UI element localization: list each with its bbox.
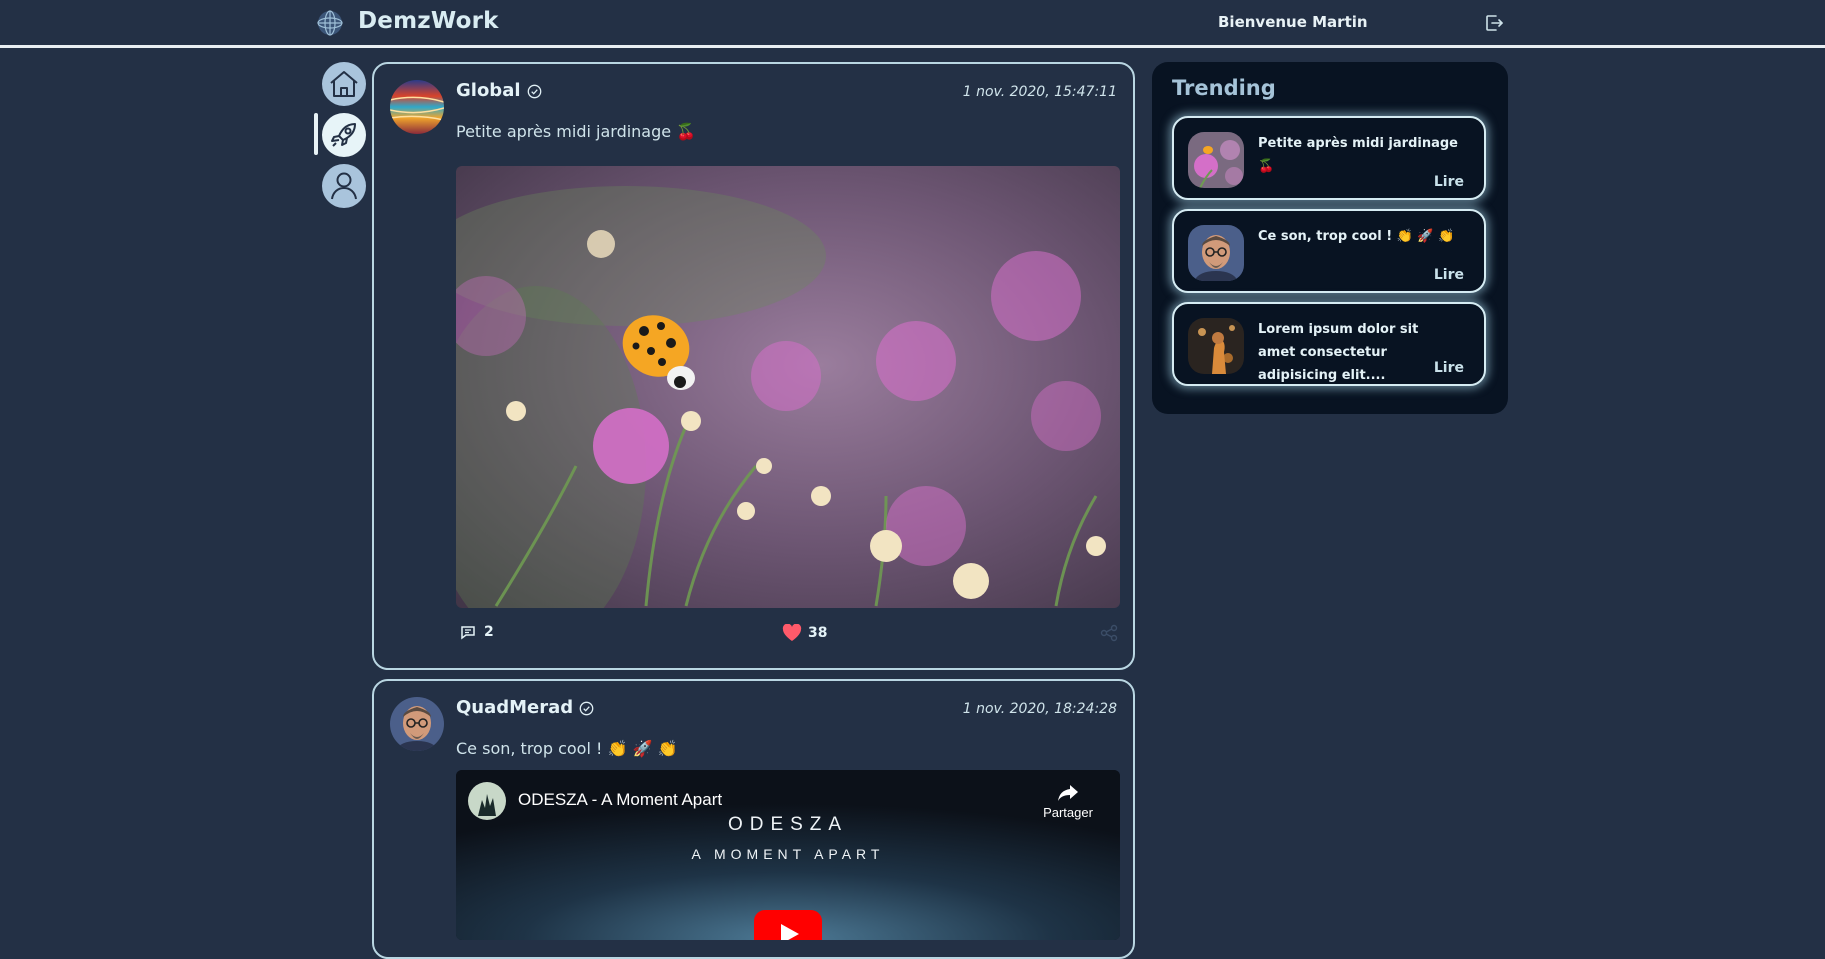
trending-thumbnail xyxy=(1188,225,1244,281)
trending-text: Petite après midi jardinage 🍒 xyxy=(1258,136,1458,174)
nav-explore-button[interactable] xyxy=(322,113,366,157)
trending-read-link[interactable]: Lire xyxy=(1434,267,1464,283)
logout-icon[interactable] xyxy=(1483,12,1505,34)
trending-item[interactable]: Ce son, trop cool ! 👏 🚀 👏 Lire xyxy=(1172,209,1486,293)
trending-read-link[interactable]: Lire xyxy=(1434,174,1464,190)
post-text: Petite après midi jardinage 🍒 xyxy=(456,122,697,141)
trending-title: Trending xyxy=(1172,76,1276,100)
video-art-subtitle: A MOMENT APART xyxy=(691,846,885,862)
post-text: Ce son, trop cool ! 👏 🚀 👏 xyxy=(456,739,678,758)
heart-icon xyxy=(782,623,802,641)
trending-panel: Trending Petite après midi jardinage 🍒 L… xyxy=(1152,62,1508,414)
trending-item[interactable]: Lorem ipsum dolor sit amet consectetur a… xyxy=(1172,302,1486,386)
like-button[interactable]: 38 xyxy=(782,623,828,642)
author-name-text: Global xyxy=(456,80,521,101)
share-icon[interactable] xyxy=(1100,624,1118,642)
post-date: 1 nov. 2020, 18:24:28 xyxy=(962,701,1117,717)
verified-icon xyxy=(527,84,541,98)
top-header: DemzWork Bienvenue Martin xyxy=(0,0,1825,48)
post-actions: 2 38 xyxy=(460,623,1120,648)
active-nav-indicator xyxy=(314,113,318,155)
comments-button[interactable]: 2 xyxy=(460,624,494,640)
author-name[interactable]: Global xyxy=(456,80,542,101)
share-arrow-icon xyxy=(1058,785,1078,801)
youtube-play-icon[interactable] xyxy=(754,910,822,940)
brand-name[interactable]: DemzWork xyxy=(358,8,499,34)
trending-thumbnail xyxy=(1188,132,1244,188)
author-avatar[interactable] xyxy=(390,80,444,134)
welcome-text: Bienvenue Martin xyxy=(1218,13,1368,31)
author-name[interactable]: QuadMerad xyxy=(456,697,594,718)
trending-item[interactable]: Petite après midi jardinage 🍒 Lire xyxy=(1172,116,1486,200)
nav-profile-button[interactable] xyxy=(322,164,366,208)
post-date: 1 nov. 2020, 15:47:11 xyxy=(962,84,1117,100)
globe-logo-icon xyxy=(317,10,343,36)
comment-icon xyxy=(461,626,475,640)
nav-home-button[interactable] xyxy=(322,62,366,106)
user-icon xyxy=(331,172,357,200)
trending-text: Ce son, trop cool ! 👏 🚀 👏 xyxy=(1258,229,1455,244)
trending-thumbnail xyxy=(1188,318,1244,374)
author-name-text: QuadMerad xyxy=(456,697,574,718)
likes-count: 38 xyxy=(808,625,828,641)
verified-icon xyxy=(579,701,594,715)
post-card: QuadMerad 1 nov. 2020, 18:24:28 Ce son, … xyxy=(372,679,1135,959)
video-title[interactable]: ODESZA - A Moment Apart xyxy=(518,790,722,810)
trending-text: Lorem ipsum dolor sit amet consectetur a… xyxy=(1258,322,1419,383)
comments-count: 2 xyxy=(484,624,494,640)
trending-read-link[interactable]: Lire xyxy=(1434,360,1464,376)
video-art-title: ODESZA xyxy=(727,814,849,835)
author-avatar[interactable] xyxy=(390,697,444,751)
post-card: Global 1 nov. 2020, 15:47:11 Petite aprè… xyxy=(372,62,1135,670)
home-icon xyxy=(330,71,358,97)
rocket-icon xyxy=(331,123,356,147)
post-image[interactable] xyxy=(456,166,1120,608)
youtube-embed[interactable]: ODESZA - A Moment Apart Partager ODESZA … xyxy=(456,770,1120,940)
